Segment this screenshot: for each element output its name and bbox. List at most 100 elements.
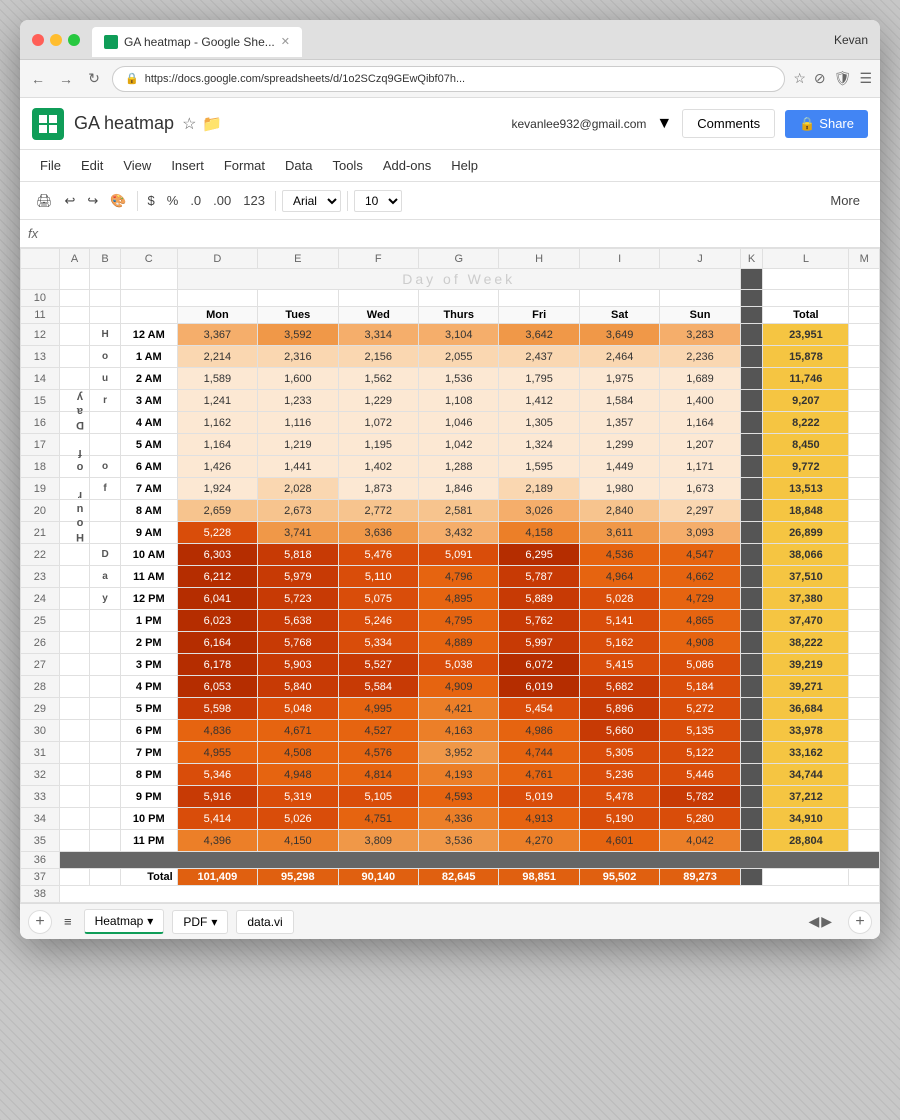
tab-close-button[interactable]: ✕ — [281, 35, 290, 48]
cell-25-3[interactable]: 4,795 — [419, 610, 499, 632]
cell-21-6[interactable]: 3,093 — [660, 522, 740, 544]
cell-31-4[interactable]: 4,744 — [499, 742, 579, 764]
cell-16-5[interactable]: 1,357 — [579, 412, 659, 434]
cell-17-3[interactable]: 1,042 — [419, 434, 499, 456]
sheet-tab-heatmap[interactable]: Heatmap ▾ — [84, 909, 165, 934]
cell-25-5[interactable]: 5,141 — [579, 610, 659, 632]
refresh-button[interactable]: ↻ — [84, 69, 104, 89]
cell-13-4[interactable]: 2,437 — [499, 346, 579, 368]
cell-12-4[interactable]: 3,642 — [499, 324, 579, 346]
cell-18-4[interactable]: 1,595 — [499, 456, 579, 478]
cell-12-2[interactable]: 3,314 — [338, 324, 418, 346]
col-header-j[interactable]: J — [660, 249, 740, 269]
cell-33-6[interactable]: 5,782 — [660, 786, 740, 808]
cell-21-5[interactable]: 3,611 — [579, 522, 659, 544]
cell-30-3[interactable]: 4,163 — [419, 720, 499, 742]
cell-15-1[interactable]: 1,233 — [258, 390, 338, 412]
cell-17-2[interactable]: 1,195 — [338, 434, 418, 456]
folder-icon[interactable]: 📁 — [202, 114, 222, 134]
cell-32-6[interactable]: 5,446 — [660, 764, 740, 786]
menu-insert[interactable]: Insert — [163, 154, 212, 177]
cell-17-4[interactable]: 1,324 — [499, 434, 579, 456]
cell-29-1[interactable]: 5,048 — [258, 698, 338, 720]
cell-20-6[interactable]: 2,297 — [660, 500, 740, 522]
cell-27-2[interactable]: 5,527 — [338, 654, 418, 676]
cell-13-6[interactable]: 2,236 — [660, 346, 740, 368]
cell-18-5[interactable]: 1,449 — [579, 456, 659, 478]
cell-35-2[interactable]: 3,809 — [338, 830, 418, 852]
col-header-c[interactable]: C — [120, 249, 177, 269]
spreadsheet-container[interactable]: A B C D E F G H I J K L M D — [20, 248, 880, 903]
cell-31-3[interactable]: 3,952 — [419, 742, 499, 764]
cell-16-6[interactable]: 1,164 — [660, 412, 740, 434]
cell-33-5[interactable]: 5,478 — [579, 786, 659, 808]
cell-21-0[interactable]: 5,228 — [177, 522, 257, 544]
cell-28-6[interactable]: 5,184 — [660, 676, 740, 698]
cell-34-4[interactable]: 4,913 — [499, 808, 579, 830]
col-header-b[interactable]: B — [90, 249, 121, 269]
menu-help[interactable]: Help — [443, 154, 486, 177]
sheet-tab-pdf[interactable]: PDF ▾ — [172, 910, 228, 934]
cell-28-0[interactable]: 6,053 — [177, 676, 257, 698]
cell-24-2[interactable]: 5,075 — [338, 588, 418, 610]
close-button[interactable] — [32, 34, 44, 46]
cell-25-0[interactable]: 6,023 — [177, 610, 257, 632]
menu-file[interactable]: File — [32, 154, 69, 177]
cell-16-3[interactable]: 1,046 — [419, 412, 499, 434]
cell-28-2[interactable]: 5,584 — [338, 676, 418, 698]
cell-29-3[interactable]: 4,421 — [419, 698, 499, 720]
cell-23-3[interactable]: 4,796 — [419, 566, 499, 588]
cell-29-2[interactable]: 4,995 — [338, 698, 418, 720]
vpn-icon[interactable]: 🛡 — [834, 70, 852, 87]
browser-tab[interactable]: GA heatmap - Google She... ✕ — [92, 27, 302, 57]
col-header-a[interactable]: A — [59, 249, 90, 269]
cell-26-4[interactable]: 5,997 — [499, 632, 579, 654]
cell-25-1[interactable]: 5,638 — [258, 610, 338, 632]
cell-14-3[interactable]: 1,536 — [419, 368, 499, 390]
cell-16-1[interactable]: 1,116 — [258, 412, 338, 434]
cell-25-2[interactable]: 5,246 — [338, 610, 418, 632]
cell-33-2[interactable]: 5,105 — [338, 786, 418, 808]
cell-22-1[interactable]: 5,818 — [258, 544, 338, 566]
decimal-decrease-button[interactable]: .0 — [186, 191, 205, 210]
cell-35-4[interactable]: 4,270 — [499, 830, 579, 852]
cell-22-0[interactable]: 6,303 — [177, 544, 257, 566]
cell-21-2[interactable]: 3,636 — [338, 522, 418, 544]
currency-button[interactable]: $ — [144, 191, 159, 210]
cell-13-2[interactable]: 2,156 — [338, 346, 418, 368]
opera-icon[interactable]: ⊘ — [814, 70, 826, 87]
cell-19-2[interactable]: 1,873 — [338, 478, 418, 500]
cell-15-3[interactable]: 1,108 — [419, 390, 499, 412]
cell-28-1[interactable]: 5,840 — [258, 676, 338, 698]
cell-34-5[interactable]: 5,190 — [579, 808, 659, 830]
cell-14-0[interactable]: 1,589 — [177, 368, 257, 390]
cell-26-5[interactable]: 5,162 — [579, 632, 659, 654]
cell-26-2[interactable]: 5,334 — [338, 632, 418, 654]
cell-15-0[interactable]: 1,241 — [177, 390, 257, 412]
cell-27-6[interactable]: 5,086 — [660, 654, 740, 676]
cell-18-1[interactable]: 1,441 — [258, 456, 338, 478]
back-button[interactable]: ← — [28, 69, 48, 89]
menu-view[interactable]: View — [115, 154, 159, 177]
bookmark-icon[interactable]: ☆ — [793, 70, 806, 87]
cell-27-4[interactable]: 6,072 — [499, 654, 579, 676]
col-header-e[interactable]: E — [258, 249, 338, 269]
forward-button[interactable]: → — [56, 69, 76, 89]
address-input[interactable]: 🔒 https://docs.google.com/spreadsheets/d… — [112, 66, 785, 92]
cell-28-4[interactable]: 6,019 — [499, 676, 579, 698]
cell-31-0[interactable]: 4,955 — [177, 742, 257, 764]
cell-14-6[interactable]: 1,689 — [660, 368, 740, 390]
cell-24-1[interactable]: 5,723 — [258, 588, 338, 610]
menu-addons[interactable]: Add-ons — [375, 154, 439, 177]
font-size-selector[interactable]: 10 — [354, 190, 402, 212]
cell-22-3[interactable]: 5,091 — [419, 544, 499, 566]
cell-14-2[interactable]: 1,562 — [338, 368, 418, 390]
maximize-button[interactable] — [68, 34, 80, 46]
cell-20-0[interactable]: 2,659 — [177, 500, 257, 522]
sheet-prev-button[interactable]: ◀ — [808, 913, 819, 930]
cell-33-4[interactable]: 5,019 — [499, 786, 579, 808]
print-button[interactable]: 🖨 — [32, 191, 57, 211]
cell-13-0[interactable]: 2,214 — [177, 346, 257, 368]
cell-35-3[interactable]: 3,536 — [419, 830, 499, 852]
cell-32-1[interactable]: 4,948 — [258, 764, 338, 786]
